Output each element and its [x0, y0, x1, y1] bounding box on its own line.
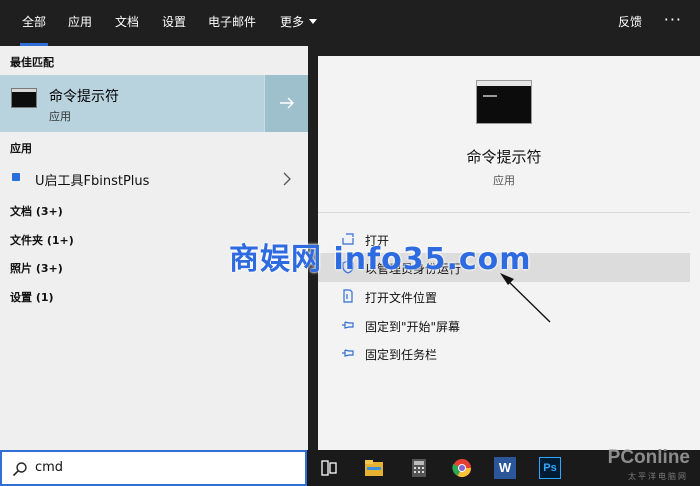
- detail-subtitle: 应用: [493, 174, 515, 187]
- tab-settings[interactable]: 设置: [162, 0, 186, 46]
- file-explorer-icon[interactable]: [363, 457, 385, 479]
- pin-icon: [342, 321, 354, 329]
- arrow-right-icon: [280, 97, 294, 109]
- more-options-icon[interactable]: ···: [664, 0, 682, 40]
- search-tab-bar: 全部 应用 文档 设置 电子邮件 更多 反馈 ···: [0, 0, 700, 46]
- category-photos[interactable]: 照片 (3+): [10, 260, 63, 276]
- file-location-icon: [343, 289, 353, 303]
- tab-email[interactable]: 电子邮件: [208, 0, 256, 46]
- feedback-button[interactable]: 反馈: [618, 0, 642, 44]
- tab-more[interactable]: 更多: [280, 0, 318, 46]
- best-match-title: 命令提示符: [49, 89, 119, 105]
- search-box[interactable]: cmd: [0, 450, 307, 486]
- tab-all[interactable]: 全部: [19, 0, 49, 46]
- tab-documents[interactable]: 文档: [115, 0, 139, 46]
- best-match-subtitle: 应用: [49, 110, 71, 123]
- app-icon: [12, 173, 20, 181]
- expand-details-button[interactable]: [264, 75, 308, 132]
- category-settings[interactable]: 设置 (1): [10, 289, 54, 305]
- brand-logo: PConline: [607, 447, 690, 468]
- app-item-label: U启工具FbinstPlus: [35, 174, 150, 189]
- photoshop-icon[interactable]: Ps: [539, 457, 561, 479]
- calculator-icon[interactable]: [408, 457, 430, 479]
- divider: [318, 212, 690, 213]
- action-pin-to-taskbar-label: 固定到任务栏: [365, 348, 438, 362]
- action-pin-to-start-label: 固定到"开始"屏幕: [365, 320, 461, 334]
- pin-icon: [342, 349, 354, 357]
- word-icon[interactable]: W: [494, 457, 516, 479]
- category-documents[interactable]: 文档 (3+): [10, 203, 63, 219]
- chevron-down-icon: [309, 19, 318, 24]
- apps-heading: 应用: [10, 142, 32, 155]
- search-input[interactable]: cmd: [35, 460, 63, 475]
- watermark: 商娱网 info35.com: [229, 242, 532, 277]
- category-folders[interactable]: 文件夹 (1+): [10, 232, 74, 248]
- brand-subtitle: 太平洋电脑网: [628, 472, 688, 481]
- tab-more-label: 更多: [280, 15, 305, 29]
- tab-apps[interactable]: 应用: [68, 0, 92, 46]
- best-match-item[interactable]: 命令提示符 应用: [0, 75, 308, 132]
- command-prompt-icon: [11, 88, 37, 108]
- list-item-app[interactable]: U启工具FbinstPlus: [0, 161, 308, 195]
- command-prompt-large-icon: [476, 80, 532, 124]
- chrome-icon[interactable]: [451, 457, 473, 479]
- chevron-right-icon: [283, 172, 291, 186]
- task-view-icon[interactable]: [318, 457, 340, 479]
- action-pin-to-taskbar[interactable]: 固定到任务栏: [318, 339, 690, 368]
- search-icon: [12, 462, 27, 477]
- best-match-heading: 最佳匹配: [10, 56, 54, 69]
- action-open-file-location-label: 打开文件位置: [365, 291, 438, 305]
- detail-title: 命令提示符: [466, 148, 542, 166]
